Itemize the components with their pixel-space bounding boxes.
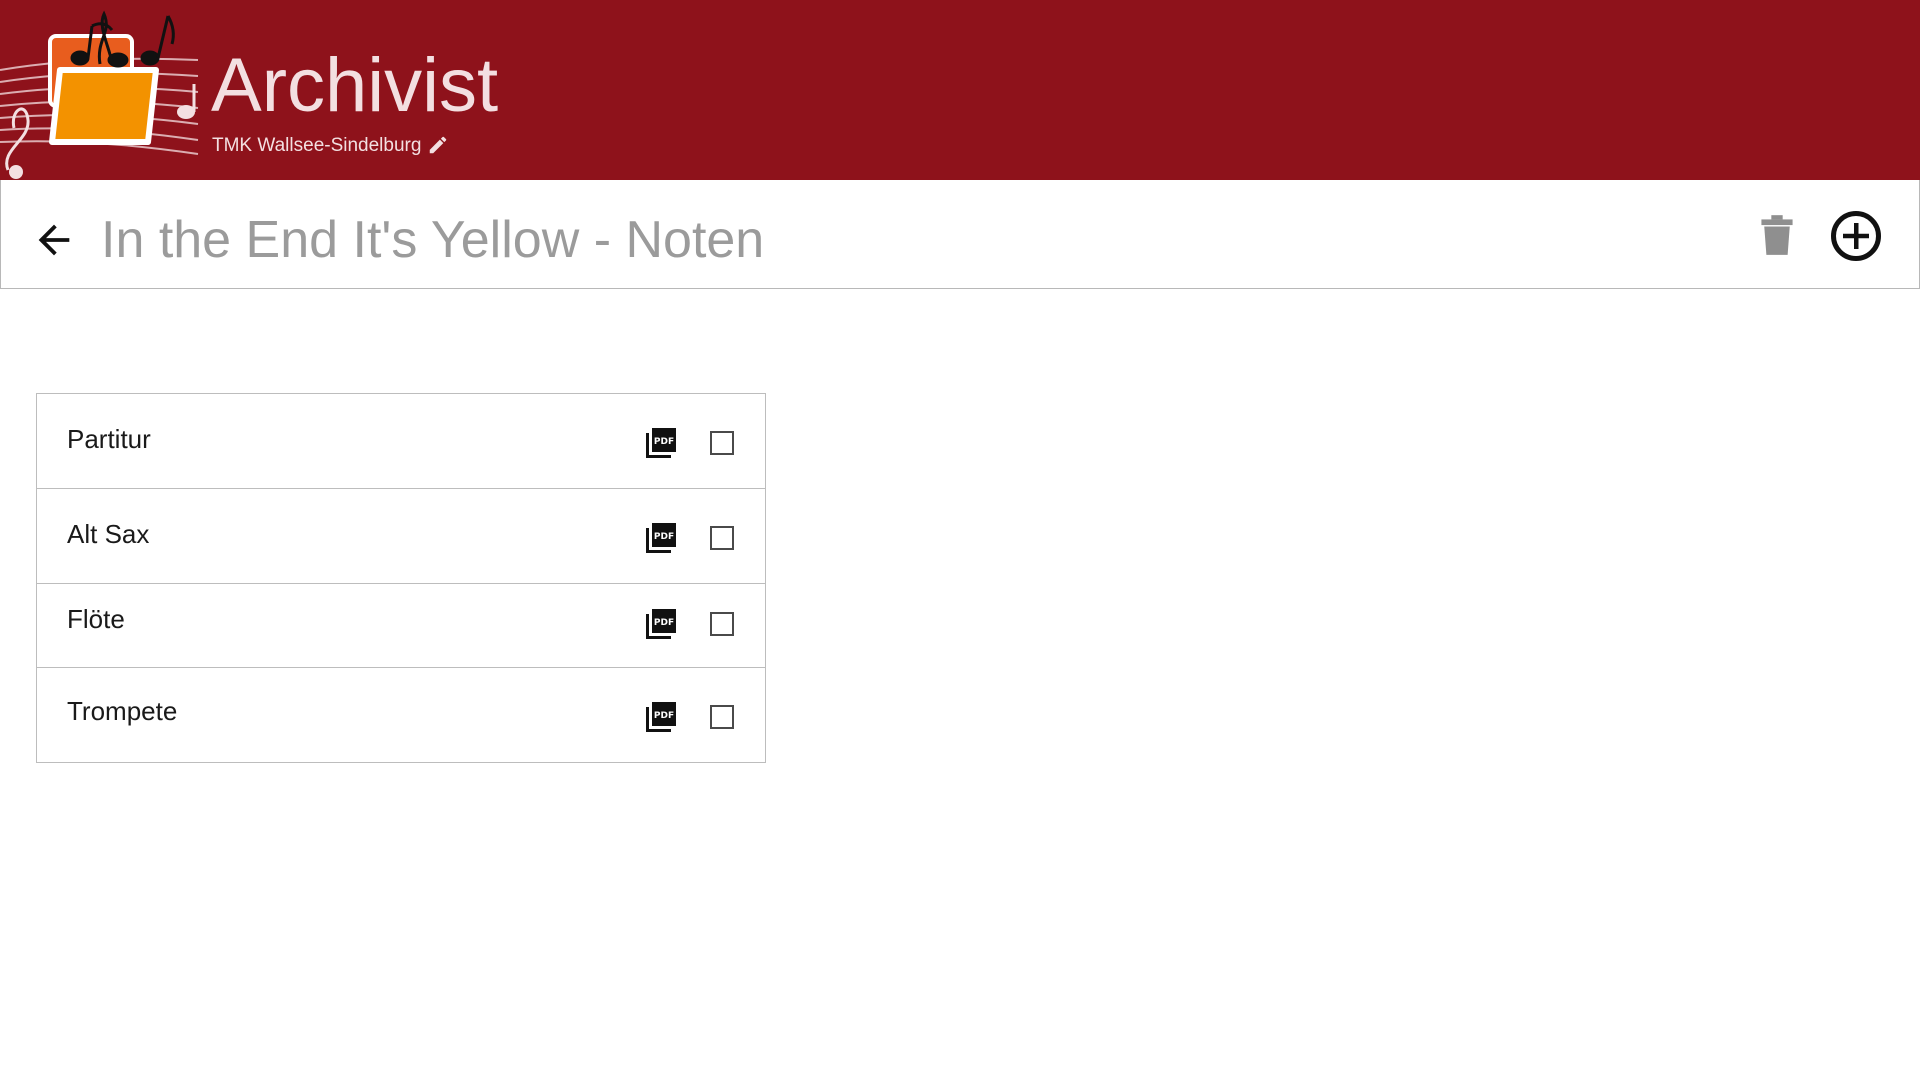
pencil-icon[interactable] (427, 134, 449, 156)
pdf-icon[interactable]: PDF (644, 521, 678, 555)
svg-text:PDF: PDF (654, 437, 674, 447)
part-label: Partitur (67, 424, 151, 454)
svg-text:PDF: PDF (654, 618, 674, 628)
page-toolbar: In the End It's Yellow - Noten (0, 180, 1920, 289)
part-checkbox[interactable] (710, 705, 734, 729)
archivist-logo (0, 10, 199, 179)
add-button[interactable] (1828, 208, 1884, 264)
part-label: Alt Sax (67, 519, 150, 549)
organization-selector[interactable]: TMK Wallsee-Sindelburg (212, 133, 449, 157)
part-checkbox[interactable] (710, 431, 734, 455)
page-title: In the End It's Yellow - Noten (101, 211, 765, 269)
plus-circle-icon (1831, 211, 1881, 261)
part-label: Flöte (67, 604, 125, 634)
arrow-left-icon (38, 224, 70, 256)
svg-text:PDF: PDF (654, 711, 674, 721)
trash-icon (1761, 215, 1793, 255)
list-item[interactable]: Flöte PDF (37, 584, 765, 668)
list-item[interactable]: Partitur PDF (37, 394, 765, 489)
organization-name: TMK Wallsee-Sindelburg (212, 134, 422, 156)
list-item[interactable]: Alt Sax PDF (37, 489, 765, 584)
pdf-icon[interactable]: PDF (644, 700, 678, 734)
app-title: Archivist (211, 43, 499, 128)
part-checkbox[interactable] (710, 612, 734, 636)
part-label: Trompete (67, 696, 178, 726)
part-checkbox[interactable] (710, 526, 734, 550)
parts-list: Partitur PDF Alt Sax PDF Flöte PDF Tromp… (36, 393, 766, 763)
pdf-icon[interactable]: PDF (644, 426, 678, 460)
app-header: Archivist TMK Wallsee-Sindelburg (0, 0, 1920, 180)
list-item[interactable]: Trompete PDF (37, 668, 765, 762)
pdf-icon[interactable]: PDF (644, 607, 678, 641)
delete-button[interactable] (1757, 212, 1797, 258)
svg-text:PDF: PDF (654, 532, 674, 542)
back-button[interactable] (27, 213, 81, 267)
